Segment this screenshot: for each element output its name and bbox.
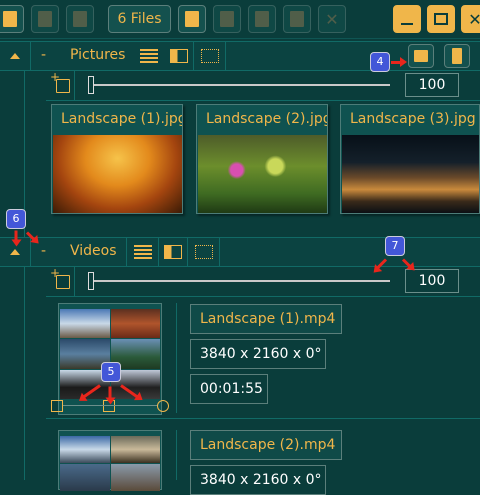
video-divider (176, 430, 177, 480)
videos-view-button[interactable] (444, 44, 470, 68)
videos-zoom-value[interactable]: 100 (405, 269, 459, 293)
clipboard-icon (255, 11, 269, 27)
video-frame (60, 436, 110, 463)
pictures-zoom-value[interactable]: 100 (405, 73, 459, 97)
close-window-button[interactable]: ✕ (461, 5, 480, 33)
open-files-icon (3, 11, 17, 27)
annotation-arrow (108, 386, 112, 401)
maximize-icon (434, 13, 448, 25)
videos-section-title: Videos (70, 243, 117, 259)
pictures-section-header: - Pictures (0, 41, 480, 71)
copy-button[interactable] (213, 5, 241, 33)
folder-icon (185, 11, 199, 27)
picture-filename: Landscape (2).jpg (206, 111, 328, 127)
film-icon (452, 48, 462, 64)
pictures-section-title: Pictures (70, 47, 126, 63)
video-dimensions: 3840 x 2160 x 0° (190, 465, 326, 495)
remove-selection-button[interactable] (283, 5, 311, 33)
add-selection-icon[interactable] (50, 70, 70, 93)
close-window-icon: ✕ (468, 9, 480, 29)
paste-to-button[interactable] (248, 5, 276, 33)
pictures-zoom-thumb[interactable] (88, 76, 94, 94)
video-frame (110, 309, 160, 339)
video-progress-line (63, 405, 157, 406)
row-divider (74, 70, 75, 100)
picture-thumbnail (342, 135, 479, 213)
header-divider (225, 42, 226, 70)
minimize-icon (401, 23, 413, 25)
videos-zoom-row: 100 (46, 266, 480, 297)
picture-card[interactable]: Landscape (3).jpg (340, 104, 480, 214)
list-view-icon[interactable] (134, 245, 152, 259)
row-divider (74, 266, 75, 296)
video-divider (176, 303, 177, 413)
picture-card[interactable]: Landscape (2).jpg (196, 104, 328, 214)
header-divider (187, 238, 188, 266)
main-toolbar: 6 Files ✕ ✕ (0, 0, 480, 39)
close-files-button[interactable]: ✕ (318, 5, 346, 33)
picture-filename: Landscape (3).jpg (350, 111, 476, 127)
video-frame (110, 464, 160, 491)
play-icon[interactable] (157, 400, 169, 412)
picture-icon (414, 50, 428, 62)
row-separator (46, 418, 480, 419)
annotation-badge-7: 7 (385, 236, 405, 256)
annotation-arrow (391, 57, 407, 67)
files-count-button[interactable]: 6 Files (108, 5, 171, 33)
details-view-icon[interactable] (170, 49, 188, 63)
videos-minus-button[interactable]: - (41, 243, 46, 259)
annotation-badge-5: 5 (101, 362, 121, 382)
move-button[interactable] (66, 5, 94, 33)
videos-zoom-slider[interactable] (88, 280, 390, 282)
maximize-window-button[interactable] (427, 5, 455, 33)
annotation-arrow (14, 230, 18, 243)
annotation-badge-6: 6 (6, 209, 26, 229)
video-filename[interactable]: Landscape (2).mp4 (190, 430, 342, 460)
pictures-view-button[interactable] (408, 44, 434, 68)
paste-icon (38, 11, 52, 27)
video-dimensions: 3840 x 2160 x 0° (190, 339, 326, 369)
paste-button[interactable] (31, 5, 59, 33)
files-count-label: 6 Files (117, 11, 162, 27)
grid-view-icon[interactable] (195, 245, 213, 259)
header-divider (219, 238, 220, 266)
header-divider (193, 42, 194, 70)
play-start-icon[interactable] (51, 400, 63, 412)
collapse-pictures-icon[interactable] (10, 53, 20, 59)
videos-zoom-thumb[interactable] (88, 272, 94, 290)
annotation-badge-4: 4 (370, 52, 390, 72)
header-divider (30, 42, 31, 70)
picture-thumbnail (53, 135, 182, 213)
pictures-zoom-row: 100 (46, 70, 480, 101)
grid-view-icon[interactable] (201, 49, 219, 63)
picture-card[interactable]: Landscape (1).jpg (51, 104, 183, 214)
remove-selection-icon (290, 11, 304, 27)
picture-filename: Landscape (1).jpg (61, 111, 183, 127)
pictures-zoom-slider[interactable] (88, 84, 390, 86)
video-duration: 00:01:55 (190, 374, 268, 404)
open-files-button[interactable] (0, 5, 24, 33)
open-folder-button[interactable] (178, 5, 206, 33)
video-frame-mosaic (60, 436, 160, 491)
video-thumbnail[interactable] (58, 430, 162, 491)
minimize-window-button[interactable] (393, 5, 421, 33)
list-view-icon[interactable] (140, 49, 158, 63)
videos-tree-rail (24, 266, 25, 480)
move-icon (73, 11, 87, 27)
picture-thumbnail (198, 135, 327, 213)
copy-icon (220, 11, 234, 27)
add-selection-icon[interactable] (50, 266, 70, 289)
close-icon: ✕ (325, 9, 339, 29)
pictures-minus-button[interactable]: - (41, 47, 46, 63)
video-frame-mosaic (60, 309, 160, 399)
video-frame (60, 309, 110, 339)
video-frame (60, 464, 110, 491)
video-frame (110, 436, 160, 463)
video-filename[interactable]: Landscape (1).mp4 (190, 304, 342, 334)
header-divider (158, 238, 159, 266)
collapse-videos-icon[interactable] (10, 249, 20, 255)
details-view-icon[interactable] (164, 245, 182, 259)
header-divider (126, 238, 127, 266)
